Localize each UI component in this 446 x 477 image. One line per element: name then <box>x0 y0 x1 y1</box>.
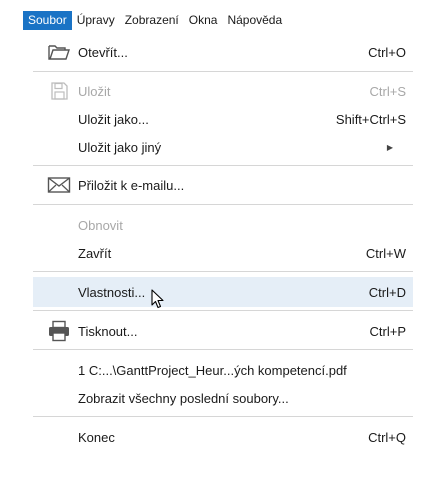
menu-item-attach-email[interactable]: Přiložit k e-mailu... <box>33 170 413 200</box>
file-menu-dropdown: Otevřít... Ctrl+O Uložit Ctrl+S Uložit j… <box>33 31 413 456</box>
menu-item-label: Uložit jako... <box>78 111 149 127</box>
mouse-cursor-icon <box>151 289 165 314</box>
menu-item-label: 1 C:...\GanttProject_Heur...ých kompeten… <box>78 362 347 378</box>
menu-item-shortcut: Ctrl+W <box>365 245 406 261</box>
separator <box>33 165 413 166</box>
menu-item-save-as-other[interactable]: Uložit jako jiný ▶ <box>33 132 413 162</box>
separator <box>33 349 413 350</box>
menu-napoveda[interactable]: Nápověda <box>222 11 287 30</box>
menu-item-label: Uložit <box>78 83 111 99</box>
printer-icon <box>46 320 72 342</box>
menu-item-properties[interactable]: Vlastnosti... Ctrl+D <box>33 277 413 307</box>
menu-item-label: Obnovit <box>78 217 123 233</box>
menu-item-label: Přiložit k e-mailu... <box>78 177 185 193</box>
separator <box>33 416 413 417</box>
menu-item-open[interactable]: Otevřít... Ctrl+O <box>33 37 413 67</box>
menu-item-recent-file[interactable]: 1 C:...\GanttProject_Heur...ých kompeten… <box>33 355 413 385</box>
menu-item-label: Vlastnosti... <box>78 284 146 300</box>
menu-item-revert[interactable]: Obnovit <box>33 210 413 240</box>
menu-item-label: Tisknout... <box>78 323 138 339</box>
menu-item-shortcut: Ctrl+S <box>369 83 406 99</box>
menu-item-shortcut: Ctrl+O <box>368 44 406 60</box>
menu-item-label: Zavřít <box>78 245 112 261</box>
menu-item-save[interactable]: Uložit Ctrl+S <box>33 76 413 106</box>
menu-item-label: Uložit jako jiný <box>78 139 162 155</box>
save-icon <box>46 80 72 102</box>
separator <box>33 204 413 205</box>
menu-item-label: Otevřít... <box>78 44 128 60</box>
separator <box>33 271 413 272</box>
folder-open-icon <box>46 41 72 63</box>
menu-okna[interactable]: Okna <box>184 11 223 30</box>
menu-soubor[interactable]: Soubor <box>23 11 72 30</box>
menu-item-show-all-recent[interactable]: Zobrazit všechny poslední soubory... <box>33 383 413 413</box>
menu-item-label: Konec <box>78 429 115 445</box>
menu-bar: Soubor Úpravy Zobrazení Okna Nápověda <box>23 11 423 30</box>
menu-item-shortcut: Ctrl+P <box>369 323 406 339</box>
menu-item-save-as[interactable]: Uložit jako... Shift+Ctrl+S <box>33 104 413 134</box>
menu-upravy[interactable]: Úpravy <box>72 11 120 30</box>
menu-item-shortcut: Ctrl+D <box>368 284 406 300</box>
menu-item-close[interactable]: Zavřít Ctrl+W <box>33 238 413 268</box>
separator <box>33 310 413 311</box>
submenu-arrow-icon: ▶ <box>386 142 393 152</box>
menu-item-shortcut: Ctrl+Q <box>368 429 406 445</box>
envelope-icon <box>46 174 72 196</box>
separator <box>33 71 413 72</box>
menu-item-shortcut: Shift+Ctrl+S <box>335 111 406 127</box>
menu-item-exit[interactable]: Konec Ctrl+Q <box>33 422 413 452</box>
menu-item-label: Zobrazit všechny poslední soubory... <box>78 390 289 406</box>
menu-item-print[interactable]: Tisknout... Ctrl+P <box>33 316 413 346</box>
menu-zobrazeni[interactable]: Zobrazení <box>120 11 184 30</box>
